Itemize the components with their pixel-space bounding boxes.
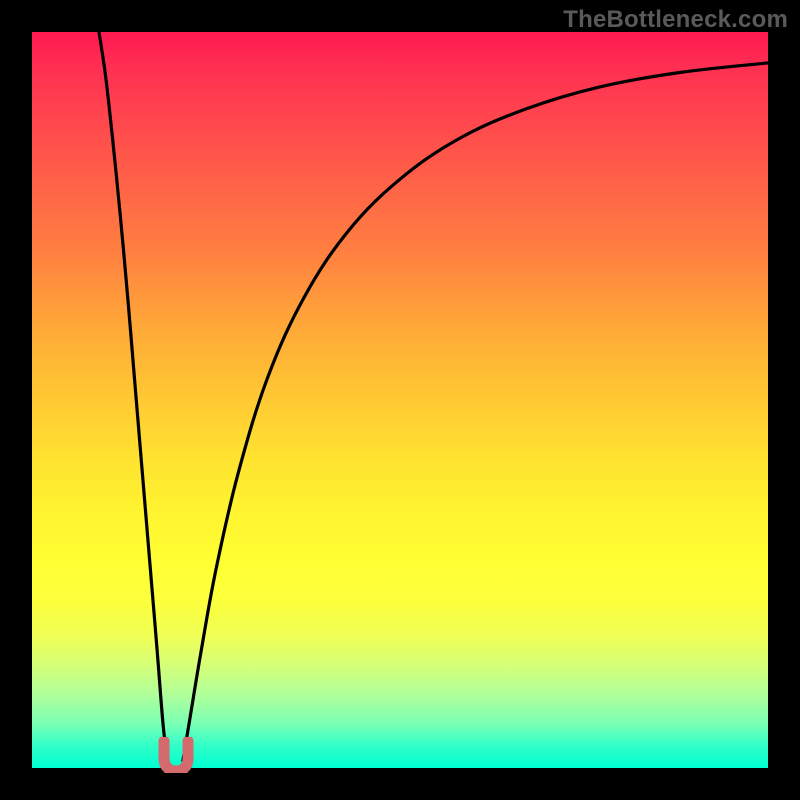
- curve-layer: [32, 32, 768, 768]
- watermark-text: TheBottleneck.com: [563, 6, 788, 34]
- plot-area: [32, 32, 768, 768]
- right-branch-curve: [183, 63, 768, 761]
- chart-container: TheBottleneck.com: [0, 0, 800, 800]
- left-branch-curve: [99, 32, 167, 761]
- minimum-marker: [155, 737, 197, 773]
- u-marker-icon: [155, 737, 197, 773]
